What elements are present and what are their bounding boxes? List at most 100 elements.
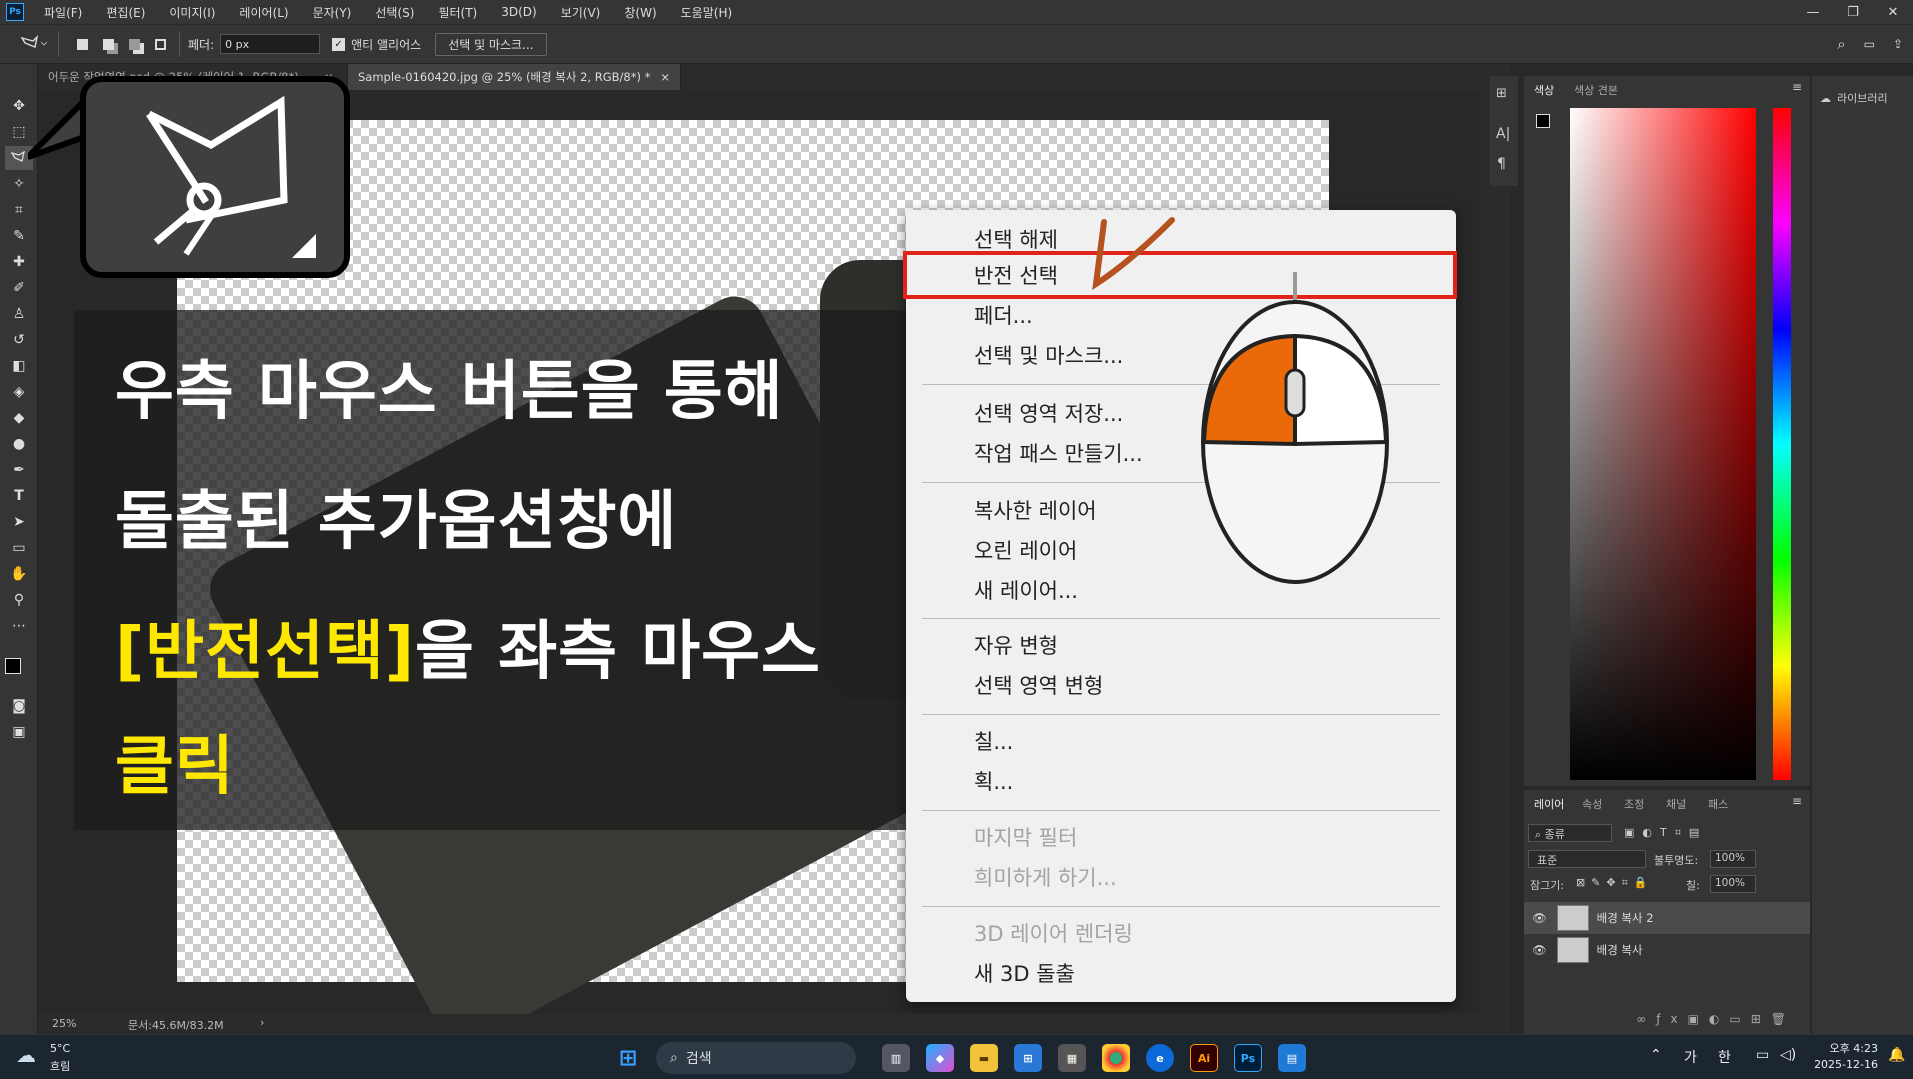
menu-fill[interactable]: 칠... [974,726,1013,756]
intersect-selection-icon[interactable] [149,33,171,55]
polygonal-lasso-tool-preset-icon[interactable] [16,33,50,55]
chevron-up-icon[interactable]: ⌃ [1650,1047,1662,1063]
layer-row[interactable]: 👁 배경 복사 [1524,934,1810,966]
edge-icon[interactable]: e [1146,1044,1174,1072]
tab-document-2[interactable]: Sample-0160420.jpg @ 25% (배경 복사 2, RGB/8… [348,64,681,90]
workspace-icon[interactable]: ▭ [1864,37,1875,51]
blend-mode-select[interactable]: 표준 [1528,850,1646,868]
add-selection-icon[interactable] [97,33,119,55]
menu-stroke[interactable]: 획... [974,766,1013,796]
layer-footer-icons[interactable]: ∞ƒx▣◐▭⊞🗑 [1636,1012,1796,1026]
search-icon[interactable]: ⌕ [1837,35,1845,53]
clock[interactable]: 오후 4:23 2025-12-16 [1812,1040,1878,1071]
tab-paths[interactable]: 패스 [1708,796,1728,812]
dodge-tool-icon[interactable]: ● [5,432,33,456]
tab-properties[interactable]: 속성 [1582,796,1602,812]
fill-input[interactable]: 100% [1710,875,1756,893]
chrome-icon[interactable] [1102,1044,1130,1072]
menu-layer[interactable]: 레이어(L) [227,4,300,21]
menu-deselect[interactable]: 선택 해제 [974,224,1058,254]
restore-icon[interactable]: ❐ [1833,0,1873,24]
notepad-icon[interactable]: ▤ [1278,1044,1306,1072]
hand-tool-icon[interactable]: ✋ [5,562,33,586]
visibility-eye-icon[interactable]: 👁 [1532,943,1547,957]
history-brush-tool-icon[interactable]: ↺ [5,328,33,352]
select-and-mask-button[interactable]: 선택 및 마스크... [435,32,547,56]
close-icon[interactable]: × [660,70,670,84]
illustrator-icon[interactable]: Ai [1190,1044,1218,1072]
taskbar-search[interactable]: ⌕ 검색 [656,1042,856,1074]
menu-select[interactable]: 선택(S) [363,4,426,21]
chevron-right-icon[interactable]: › [260,1016,264,1029]
eraser-tool-icon[interactable]: ◧ [5,354,33,378]
menu-feather[interactable]: 페더... [974,300,1033,330]
menu-select-and-mask[interactable]: 선택 및 마스크... [974,340,1123,370]
menu-select-inverse[interactable]: 반전 선택 [974,260,1058,290]
new-selection-icon[interactable] [71,33,93,55]
file-explorer-icon[interactable]: ▬ [970,1044,998,1072]
share-icon[interactable]: ⇪ [1893,37,1903,51]
eyedropper-tool-icon[interactable]: ✎ [5,224,33,248]
feather-input[interactable] [220,34,321,54]
visibility-eye-icon[interactable]: 👁 [1532,911,1547,925]
menu-edit[interactable]: 편집(E) [94,4,157,21]
calculator-icon[interactable]: ▦ [1058,1044,1086,1072]
pen-tool-icon[interactable]: ✒ [5,458,33,482]
menu-file[interactable]: 파일(F) [32,4,94,21]
zoom-level[interactable]: 25% [52,1017,76,1030]
crop-tool-icon[interactable]: ⌗ [5,198,33,222]
blur-tool-icon[interactable]: ◆ [5,406,33,430]
history-icon[interactable]: ⊞ [1496,86,1507,101]
more-tools-icon[interactable]: ⋯ [5,614,33,638]
layer-filter-select[interactable]: ⌕ 종류 [1528,824,1612,842]
close-icon[interactable]: ✕ [1873,0,1913,24]
menu-new-layer[interactable]: 새 레이어... [974,575,1078,605]
menu-3d[interactable]: 3D(D) [489,5,548,19]
opacity-input[interactable]: 100% [1710,850,1756,868]
layer-row[interactable]: 👁 배경 복사 2 [1524,902,1810,934]
foreground-color-swatch[interactable] [5,658,21,674]
quick-mask-icon[interactable]: ◙ [5,694,33,718]
fg-color-swatch[interactable] [1536,114,1550,128]
clone-stamp-tool-icon[interactable]: ♙ [5,302,33,326]
path-selection-tool-icon[interactable]: ➤ [5,510,33,534]
tab-adjustments[interactable]: 조정 [1624,796,1644,812]
photoshop-taskbar-icon[interactable]: Ps [1234,1044,1262,1072]
panel-menu-icon[interactable]: ≡ [1792,794,1802,808]
tab-channels[interactable]: 채널 [1666,796,1686,812]
menu-new-3d-extrusion[interactable]: 새 3D 돌출 [974,958,1075,988]
menu-filter[interactable]: 필터(T) [426,4,489,21]
antialias-checkbox[interactable]: ✓ 앤티 앨리어스 [332,36,421,53]
panel-menu-icon[interactable]: ≡ [1792,80,1802,94]
filter-icons[interactable]: ▣◐T⌗▤ [1624,826,1707,840]
screen-mode-icon[interactable]: ▣ [5,720,33,744]
menu-image[interactable]: 이미지(I) [157,4,227,21]
subtract-selection-icon[interactable] [123,33,145,55]
store-icon[interactable]: ⊞ [1014,1044,1042,1072]
menu-window[interactable]: 창(W) [612,4,668,21]
tab-layers[interactable]: 레이어 [1534,796,1564,812]
color-picker-field[interactable] [1570,108,1756,780]
volume-icon[interactable]: ◁) [1780,1047,1796,1063]
menu-help[interactable]: 도움말(H) [669,4,745,21]
menu-type[interactable]: 문자(Y) [301,4,364,21]
network-icon[interactable]: ▭ [1756,1047,1769,1063]
weather-icon[interactable]: ☁ [16,1043,36,1067]
task-view-icon[interactable]: ▥ [882,1044,910,1072]
magic-wand-tool-icon[interactable]: ✧ [5,172,33,196]
notification-bell-icon[interactable]: 🔔 [1888,1047,1905,1063]
tab-swatches[interactable]: 색상 견본 [1574,82,1618,98]
menu-transform-selection[interactable]: 선택 영역 변형 [974,670,1103,700]
type-tool-icon[interactable]: T [5,484,33,508]
rectangle-tool-icon[interactable]: ▭ [5,536,33,560]
paint-bucket-tool-icon[interactable]: ◈ [5,380,33,404]
paragraph-icon[interactable]: ¶ [1497,156,1506,172]
tab-color[interactable]: 색상 [1534,82,1554,98]
libraries-tab[interactable]: ☁ 라이브러리 [1820,90,1888,106]
copilot-icon[interactable]: ◆ [926,1044,954,1072]
menu-layer-via-cut[interactable]: 오린 레이어 [974,535,1077,565]
menu-make-work-path[interactable]: 작업 패스 만들기... [974,438,1143,468]
character-icon[interactable]: A| [1496,126,1510,142]
healing-brush-tool-icon[interactable]: ✚ [5,250,33,274]
ime-mode-1[interactable]: 가 [1684,1047,1697,1067]
